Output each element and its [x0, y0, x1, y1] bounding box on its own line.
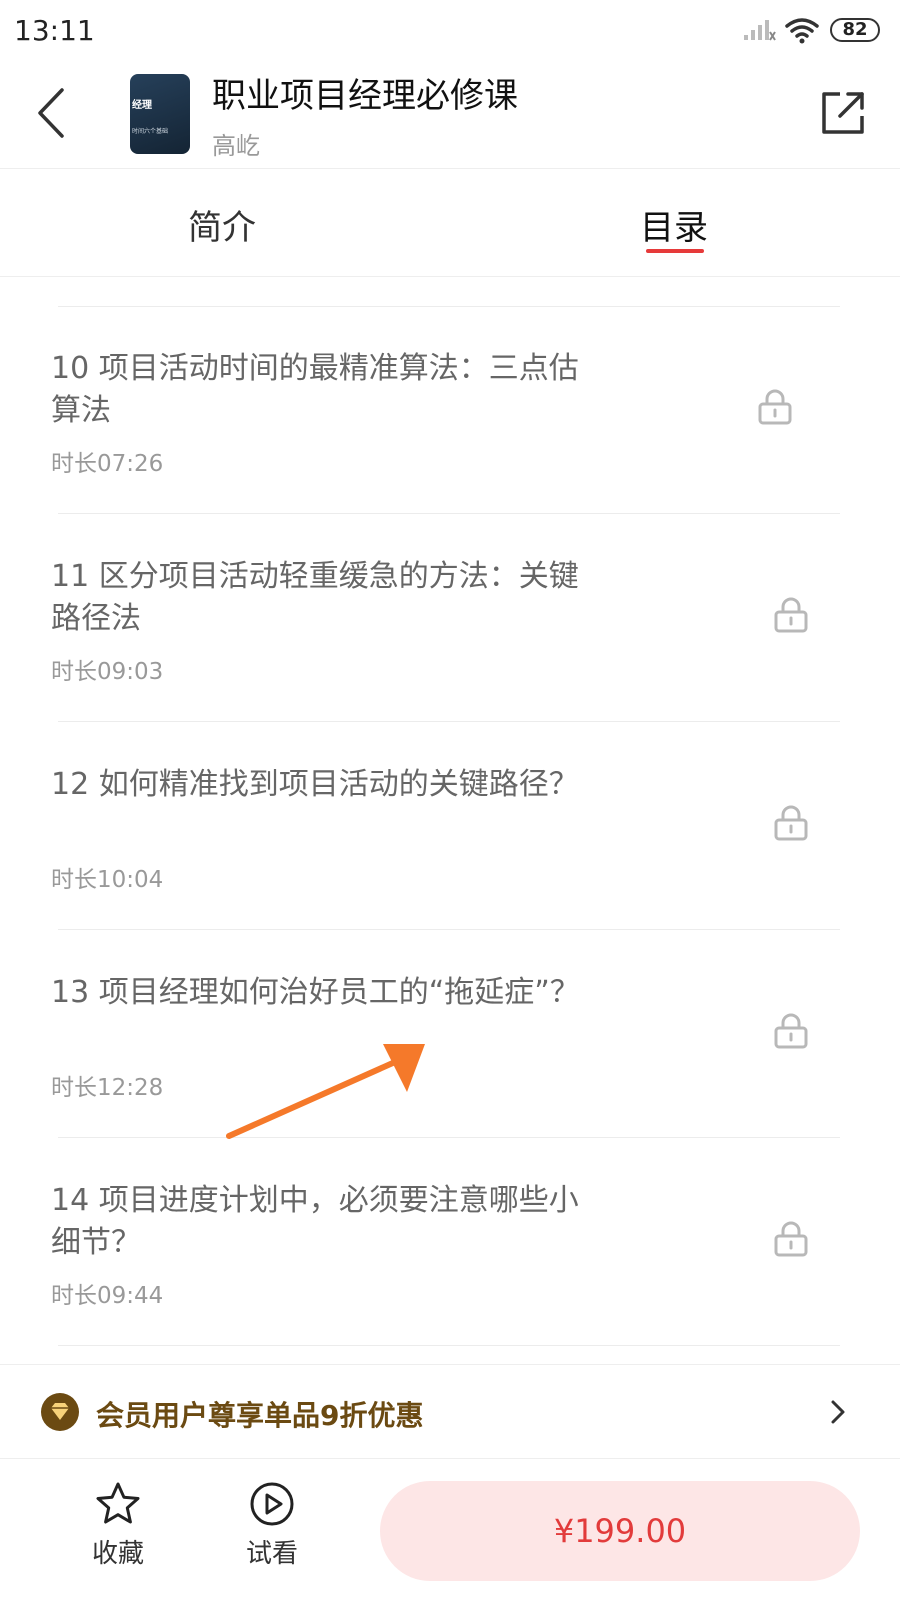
- lesson-item[interactable]: 14 项目进度计划中，必须要注意哪些小细节？ 时长09:44: [0, 1138, 900, 1346]
- promo-text: 会员用户尊享单品9折优惠: [96, 1399, 424, 1432]
- course-cover[interactable]: 经理 时间六个基础: [130, 74, 190, 154]
- lesson-title: 14 项目进度计划中，必须要注意哪些小细节？: [51, 1183, 579, 1260]
- lesson-item[interactable]: 10 项目活动时间的最精准算法：三点估算法 时长07:26: [0, 306, 900, 514]
- share-icon[interactable]: [818, 86, 870, 138]
- lesson-title: 11 区分项目活动轻重缓急的方法：关键路径法: [51, 559, 579, 636]
- lesson-duration: 时长12:28: [51, 1075, 164, 1101]
- price: ¥199.00: [553, 1512, 687, 1550]
- buy-button[interactable]: ¥199.00: [380, 1481, 860, 1581]
- lesson-duration: 时长07:26: [51, 451, 164, 477]
- favorite-label: 收藏: [91, 1539, 144, 1569]
- course-author: 高屹: [212, 132, 260, 160]
- trial-button[interactable]: 试看: [232, 1481, 312, 1570]
- lesson-item[interactable]: 11 区分项目活动轻重缓急的方法：关键路径法 时长09:03: [0, 514, 900, 722]
- cover-subtitle: 时间六个基础: [132, 128, 169, 135]
- lesson-list[interactable]: 10 项目活动时间的最精准算法：三点估算法 时长07:26 11 区分项目活动轻…: [0, 276, 900, 1364]
- active-tab-indicator: [646, 249, 704, 253]
- lock-icon: [774, 597, 808, 633]
- lesson-duration: 时长09:03: [51, 659, 164, 685]
- annotation-arrow-icon: [226, 1044, 425, 1139]
- lesson-item[interactable]: 13 项目经理如何治好员工的“拖延症”？ 时长12:28: [0, 930, 900, 1138]
- lock-icon: [774, 1221, 808, 1257]
- lesson-item[interactable]: 12 如何精准找到项目活动的关键路径？ 时长10:04: [0, 722, 900, 930]
- member-promo-banner[interactable]: 会员用户尊享单品9折优惠: [0, 1364, 900, 1459]
- play-circle-icon: [250, 1482, 294, 1526]
- lock-icon: [758, 389, 792, 425]
- lock-icon: [774, 805, 808, 841]
- bottom-action-bar: 收藏 试看 ¥199.00: [0, 1458, 900, 1601]
- tab-intro[interactable]: 简介: [188, 200, 256, 249]
- star-icon: [96, 1482, 140, 1524]
- signal-icon: [744, 20, 776, 41]
- lesson-duration: 时长10:04: [51, 867, 164, 893]
- course-header: 经理 时间六个基础 职业项目经理必修课 高屹: [0, 62, 900, 169]
- trial-label: 试看: [245, 1539, 298, 1569]
- tab-bar: 简介 目录: [0, 168, 900, 277]
- lesson-title: 13 项目经理如何治好员工的“拖延症”？: [51, 975, 580, 1010]
- back-icon[interactable]: [30, 84, 74, 142]
- favorite-button[interactable]: 收藏: [78, 1481, 158, 1570]
- lesson-title: 10 项目活动时间的最精准算法：三点估算法: [51, 351, 579, 428]
- lock-icon: [774, 1013, 808, 1049]
- lesson-duration: 时长09:44: [51, 1283, 164, 1309]
- lesson-title: 12 如何精准找到项目活动的关键路径？: [51, 767, 579, 802]
- list-divider: [58, 1345, 840, 1346]
- tab-catalog[interactable]: 目录: [640, 200, 708, 249]
- chevron-right-icon: [831, 1400, 845, 1424]
- battery-indicator: 82: [830, 18, 880, 42]
- status-time: 13:11: [14, 14, 95, 47]
- wifi-icon: [785, 18, 819, 44]
- status-bar: 13:11 82: [0, 0, 900, 62]
- cover-title: 经理: [132, 100, 152, 111]
- status-icons: 82: [742, 16, 880, 44]
- course-title: 职业项目经理必修课: [212, 76, 518, 116]
- vip-diamond-icon: [41, 1393, 79, 1431]
